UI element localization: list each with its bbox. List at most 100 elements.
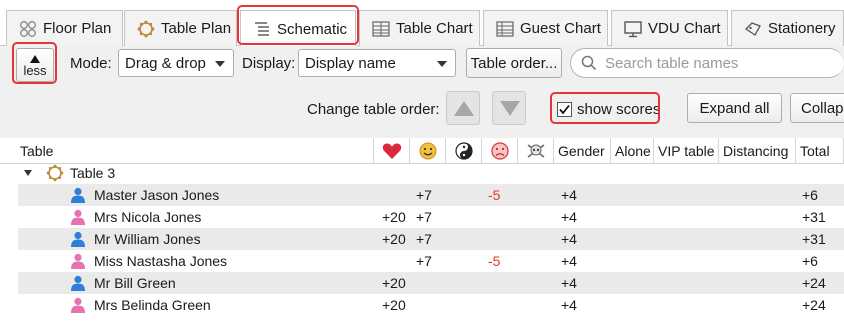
skull-icon bbox=[527, 144, 544, 158]
expand-all-button[interactable]: Expand all bbox=[687, 93, 782, 123]
collapse-all-button[interactable]: Collap bbox=[790, 93, 844, 123]
smile-icon bbox=[419, 142, 436, 160]
stationery-icon bbox=[744, 20, 762, 38]
change-order-label: Change table order: bbox=[307, 101, 440, 118]
checkmark-icon bbox=[559, 104, 570, 115]
arrow-down-icon bbox=[500, 101, 520, 116]
heart-score: +20 bbox=[382, 231, 406, 247]
frown-score: -5 bbox=[488, 187, 501, 203]
frown-icon bbox=[490, 142, 509, 160]
table-order-label: Table order... bbox=[470, 54, 558, 72]
female-guest-icon bbox=[70, 297, 86, 313]
gender-score: +4 bbox=[561, 253, 577, 269]
table-chart-icon bbox=[372, 20, 390, 38]
male-guest-icon bbox=[70, 231, 86, 247]
male-guest-icon bbox=[70, 275, 86, 291]
guest-name: Mrs Nicola Jones bbox=[94, 209, 202, 225]
column-header-gender[interactable]: Gender bbox=[554, 138, 611, 164]
show-scores-label[interactable]: show scores bbox=[577, 101, 660, 118]
move-down-button[interactable] bbox=[492, 91, 526, 125]
tab-label: Schematic bbox=[277, 20, 348, 38]
tab-stationery[interactable]: Stationery bbox=[731, 10, 844, 46]
search-box[interactable] bbox=[570, 48, 844, 78]
tab-table-chart[interactable]: Table Chart bbox=[359, 10, 480, 46]
column-header-distancing[interactable]: Distancing bbox=[719, 138, 796, 164]
table-group-row[interactable]: Table 3 bbox=[0, 162, 844, 184]
guest-name: Miss Nastasha Jones bbox=[94, 253, 228, 269]
display-value: Display name bbox=[305, 54, 396, 72]
triangle-up-icon bbox=[30, 54, 40, 63]
table-row[interactable]: Mr William Jones +20 +7 +4 +31 bbox=[18, 228, 844, 250]
search-input[interactable] bbox=[603, 53, 843, 73]
table-row[interactable]: Master Jason Jones +7 -5 +4 +6 bbox=[18, 184, 844, 206]
table-row[interactable]: Mrs Belinda Green +20 +4 +24 bbox=[18, 294, 844, 316]
round-table-icon bbox=[46, 164, 64, 185]
tab-vdu-chart[interactable]: VDU Chart bbox=[611, 10, 728, 46]
tab-guest-chart[interactable]: Guest Chart bbox=[483, 10, 608, 46]
column-header-frown[interactable] bbox=[482, 138, 518, 164]
heart-score: +20 bbox=[382, 297, 406, 313]
floor-plan-icon bbox=[19, 20, 37, 38]
tab-bar: Floor Plan Table Plan Schematic Table Ch… bbox=[0, 0, 844, 47]
tab-label: Table Plan bbox=[161, 20, 232, 37]
female-guest-icon bbox=[70, 209, 86, 225]
expand-all-label: Expand all bbox=[699, 99, 770, 117]
mode-label: Mode: bbox=[70, 55, 112, 72]
display-select[interactable]: Display name bbox=[298, 49, 456, 77]
group-name: Table 3 bbox=[70, 165, 116, 181]
smile-score: +7 bbox=[416, 187, 432, 203]
tab-label: Guest Chart bbox=[520, 20, 601, 37]
gender-score: +4 bbox=[561, 297, 577, 313]
column-header-heart[interactable] bbox=[374, 138, 410, 164]
schematic-window: Floor Plan Table Plan Schematic Table Ch… bbox=[0, 0, 844, 322]
expand-triangle-icon[interactable] bbox=[24, 170, 32, 176]
tab-floor-plan[interactable]: Floor Plan bbox=[6, 10, 123, 46]
mode-value: Drag & drop bbox=[125, 54, 206, 72]
total-score: +6 bbox=[802, 253, 818, 269]
total-score: +31 bbox=[802, 209, 826, 225]
table-header: Table Gender Alone VIP table Distancing … bbox=[0, 138, 844, 164]
column-header-total[interactable]: Total bbox=[796, 138, 844, 164]
tab-label: Floor Plan bbox=[43, 20, 112, 37]
show-scores-checkbox[interactable] bbox=[557, 102, 572, 117]
column-header-alone[interactable]: Alone bbox=[611, 138, 654, 164]
search-icon bbox=[581, 55, 597, 71]
mode-select[interactable]: Drag & drop bbox=[118, 49, 234, 77]
schematic-table: Table Gender Alone VIP table Distancing … bbox=[0, 138, 844, 322]
heart-score: +20 bbox=[382, 209, 406, 225]
column-header-yin-yang[interactable] bbox=[446, 138, 482, 164]
tab-schematic[interactable]: Schematic bbox=[240, 10, 356, 47]
smile-score: +7 bbox=[416, 209, 432, 225]
tab-table-plan[interactable]: Table Plan bbox=[124, 10, 237, 46]
table-row[interactable]: Mrs Nicola Jones +20 +7 +4 +31 bbox=[18, 206, 844, 228]
table-row[interactable]: Miss Nastasha Jones +7 -5 +4 +6 bbox=[18, 250, 844, 272]
vdu-chart-icon bbox=[624, 20, 642, 38]
female-guest-icon bbox=[70, 253, 86, 269]
total-score: +31 bbox=[802, 231, 826, 247]
gender-score: +4 bbox=[561, 275, 577, 291]
column-header-smile[interactable] bbox=[410, 138, 446, 164]
arrow-up-icon bbox=[454, 101, 474, 116]
total-score: +24 bbox=[802, 297, 826, 313]
display-label: Display: bbox=[242, 55, 296, 72]
column-header-vip[interactable]: VIP table bbox=[654, 138, 719, 164]
collapse-label: Collap bbox=[801, 99, 844, 117]
less-button[interactable]: less bbox=[16, 48, 54, 82]
move-up-button[interactable] bbox=[446, 91, 480, 125]
total-score: +6 bbox=[802, 187, 818, 203]
heart-score: +20 bbox=[382, 275, 406, 291]
table-plan-icon bbox=[137, 20, 155, 38]
chevron-down-icon bbox=[215, 61, 225, 67]
tab-label: VDU Chart bbox=[648, 20, 721, 37]
column-header-table[interactable]: Table bbox=[16, 138, 374, 164]
yin-yang-icon bbox=[454, 142, 473, 160]
tab-label: Table Chart bbox=[396, 20, 473, 37]
guest-name: Mr William Jones bbox=[94, 231, 201, 247]
guest-chart-icon bbox=[496, 20, 514, 38]
smile-score: +7 bbox=[416, 231, 432, 247]
guest-name: Mrs Belinda Green bbox=[94, 297, 211, 313]
column-header-skull[interactable] bbox=[518, 138, 554, 164]
table-order-button[interactable]: Table order... bbox=[466, 48, 562, 78]
table-row[interactable]: Mr Bill Green +20 +4 +24 bbox=[18, 272, 844, 294]
gender-score: +4 bbox=[561, 231, 577, 247]
